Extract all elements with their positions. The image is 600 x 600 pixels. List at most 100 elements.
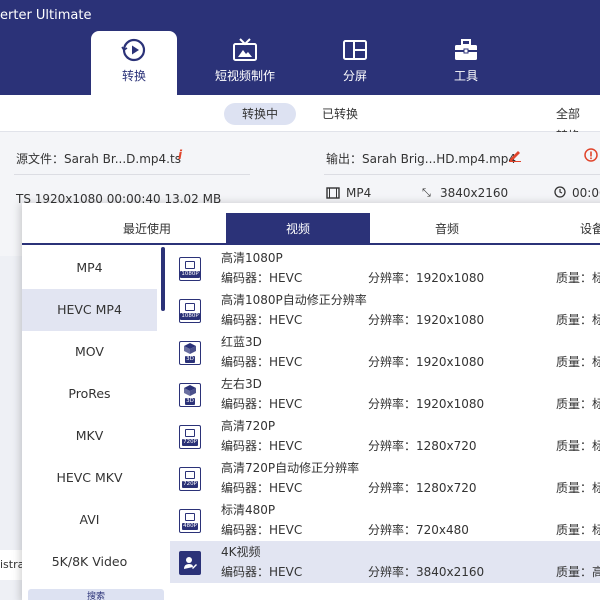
preset-encoder: 编码器：HEVC [221,355,303,369]
search-format-button[interactable]: 搜索 [28,589,164,600]
status-subbar: 转换中 已转换 全部转换 [0,95,600,143]
preset-row[interactable]: 480P 标清480P 编码器：HEVC 分辨率：720x480 质量：标 [170,499,600,541]
preset-resolution: 分辨率：1920x1080 [368,397,485,411]
preset-badge: 3D [185,356,195,363]
split-screen-icon [341,37,369,63]
preset-resolution: 分辨率：1920x1080 [368,355,485,369]
preset-encoder: 编码器：HEVC [221,439,303,453]
preset-row[interactable]: 3D 红蓝3D 编码器：HEVC 分辨率：1920x1080 质量：标 [170,331,600,373]
format-list-scrollbar[interactable] [161,247,165,311]
preset-resolution: 分辨率：1280x720 [368,481,477,495]
preset-name: 左右3D [221,377,262,391]
resolution-icon: ⤡ [422,186,431,199]
preset-encoder: 编码器：HEVC [221,523,303,537]
preset-row-selected[interactable]: 4K视频 编码器：HEVC 分辨率：3840x2160 质量：高 [170,541,600,583]
clock-icon [554,186,566,201]
divider [324,174,600,175]
preset-encoder: 编码器：HEVC [221,397,303,411]
format-item-hevc-mp4[interactable]: HEVC MP4 [22,289,157,331]
app-header: erter Ultimate 转换 短视频制作 分屏 工具 [0,0,600,95]
custom-profile-icon [179,551,201,575]
preset-quality: 质量：标 [556,397,600,411]
format-panel-tabs: 最近使用 视频 音频 设备 [22,213,600,245]
format-list: MP4 HEVC MP4 MOV ProRes MKV HEVC MKV AVI… [22,247,170,600]
preset-badge: 480P [182,522,198,530]
preset-badge: 720P [182,438,198,446]
output-format: MP4 [346,186,372,200]
source-file-label: 源文件：Sarah Br...D.mp4.ts [16,152,181,166]
preset-badge: 720P [182,480,198,488]
video-480p-icon: 480P [179,509,201,533]
preset-row[interactable]: 1080P 高清1080P自动修正分辨率 编码器：HEVC 分辨率：1920x1… [170,289,600,331]
preset-name: 高清720P [221,419,276,433]
cube-3d-icon: 3D [179,341,201,365]
preset-name: 高清1080P [221,251,283,265]
convert-all-label[interactable]: 全部转换 [538,103,600,143]
preset-encoder: 编码器：HEVC [221,313,303,327]
preset-row[interactable]: 720P 高清720P 编码器：HEVC 分辨率：1280x720 质量：标 [170,415,600,457]
preset-badge: 1080P [180,270,200,278]
tab-short-video[interactable]: 短视频制作 [205,31,285,95]
converted-tab[interactable]: 已转换 [304,103,376,125]
preset-quality: 质量：标 [556,481,600,495]
output-duration: 00:00 [572,186,600,200]
alert-icon[interactable] [584,148,598,165]
preset-quality: 质量：标 [556,355,600,369]
tab-recent[interactable]: 最近使用 [72,213,222,245]
tab-toolbox[interactable]: 工具 [436,31,496,95]
convert-icon [120,37,148,63]
format-panel: 最近使用 视频 音频 设备 MP4 HEVC MP4 MOV ProRes MK… [22,203,600,600]
preset-name: 标清480P [221,503,276,517]
edit-icon[interactable] [508,148,522,165]
app-title: erter Ultimate [0,8,92,23]
film-icon [326,187,340,202]
tv-icon [231,37,259,63]
video-720p-icon: 720P [179,467,201,491]
preset-quality: 质量：标 [556,439,600,453]
preset-row[interactable]: 720P 高清720P自动修正分辨率 编码器：HEVC 分辨率：1280x720… [170,457,600,499]
output-resolution: 3840x2160 [440,186,509,200]
preset-quality: 质量：标 [556,523,600,537]
preset-name: 红蓝3D [221,335,262,349]
preset-encoder: 编码器：HEVC [221,565,303,579]
preset-badge: 1080P [180,312,200,320]
tab-convert-label: 转换 [121,69,146,83]
preset-name: 4K视频 [221,545,261,559]
format-item-prores[interactable]: ProRes [22,373,157,415]
preset-badge: 3D [185,398,195,405]
video-1080p-icon: 1080P [179,299,201,323]
preset-resolution: 分辨率：1920x1080 [368,313,485,327]
preset-row[interactable]: 1080P 高清1080P 编码器：HEVC 分辨率：1920x1080 质量：… [170,247,600,289]
converting-tab[interactable]: 转换中 [224,103,297,125]
left-strip-text: istra [0,558,25,571]
preset-row[interactable]: 3D 左右3D 编码器：HEVC 分辨率：1920x1080 质量：标 [170,373,600,415]
left-strip: istra [0,550,24,580]
divider [14,174,250,175]
preset-encoder: 编码器：HEVC [221,481,303,495]
format-item-5k8k[interactable]: 5K/8K Video [22,541,157,583]
format-item-avi[interactable]: AVI [22,499,157,541]
cube-3d-icon: 3D [179,383,201,407]
toolbox-icon [452,37,480,63]
tab-device[interactable]: 设备 [562,213,600,245]
format-item-mp4[interactable]: MP4 [22,247,157,289]
preset-quality: 质量：高 [556,565,600,579]
preset-encoder: 编码器：HEVC [221,271,303,285]
output-file-label: 输出：Sarah Brig...HD.mp4.mp4 [326,152,517,166]
preset-resolution: 分辨率：1280x720 [368,439,477,453]
preset-name: 高清1080P自动修正分辨率 [221,293,367,307]
preset-resolution: 分辨率：720x480 [368,523,469,537]
preset-list: 1080P 高清1080P 编码器：HEVC 分辨率：1920x1080 质量：… [170,247,600,600]
video-1080p-icon: 1080P [179,257,201,281]
tab-video[interactable]: 视频 [226,213,370,245]
preset-resolution: 分辨率：1920x1080 [368,271,485,285]
format-item-mov[interactable]: MOV [22,331,157,373]
preset-quality: 质量：标 [556,271,600,285]
tab-audio[interactable]: 音频 [382,213,512,245]
info-icon[interactable]: i [178,148,182,162]
tab-split-screen[interactable]: 分屏 [325,31,385,95]
tab-convert[interactable]: 转换 [91,31,177,95]
tab-toolbox-label: 工具 [453,69,478,83]
format-item-mkv[interactable]: MKV [22,415,157,457]
format-item-hevc-mkv[interactable]: HEVC MKV [22,457,157,499]
